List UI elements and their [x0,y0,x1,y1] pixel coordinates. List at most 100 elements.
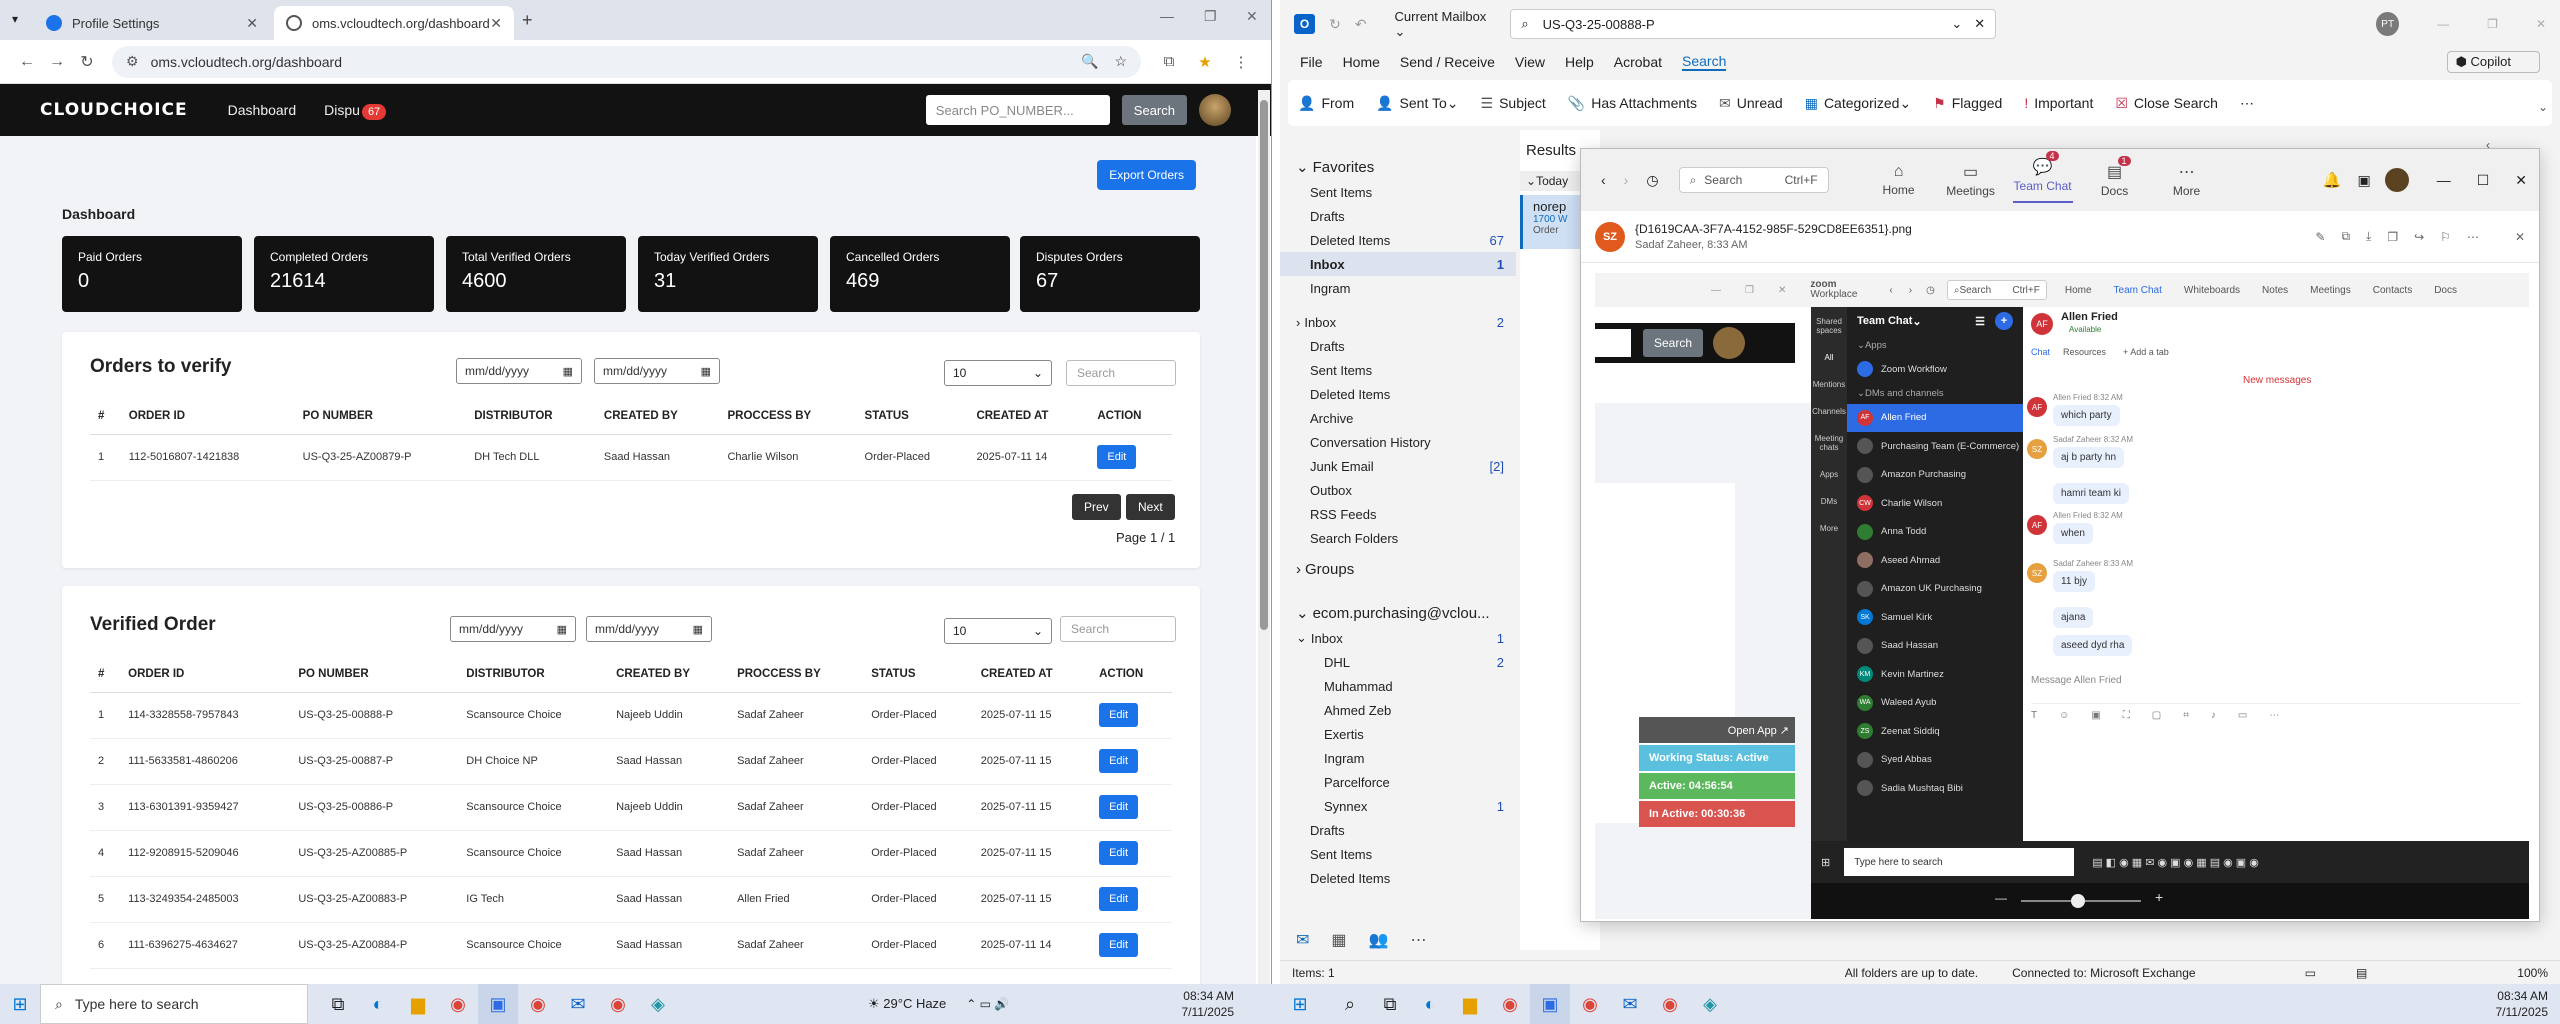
close-search-button[interactable]: ☒ Close Search [2115,95,2218,112]
date-from-input[interactable]: mm/dd/yyyy ▦ [456,358,582,384]
folder-item[interactable]: Ingram [1280,746,1516,770]
folder-item[interactable]: Parcelforce [1280,770,1516,794]
site-info-icon[interactable]: ⚙ [126,53,139,70]
po-search-button[interactable]: Search [1121,95,1187,125]
folder-item[interactable]: Deleted Items [1280,382,1516,406]
bookmark-icon[interactable]: ⚐ [2440,230,2451,244]
clock[interactable]: 08:34 AM 7/11/2025 [1182,988,1281,1020]
edit-button[interactable]: Edit [1097,445,1137,469]
folder-item[interactable]: Ahmed Zeb [1280,698,1516,722]
more-icon[interactable]: ⋯ [2467,230,2479,244]
app-logo[interactable]: CLOUDCHOICE [40,100,188,120]
filter-categorized[interactable]: ▦ Categorized ⌄ [1805,95,1911,112]
close-icon[interactable]: ✕ [246,15,258,32]
nav-disputes[interactable]: Dispu 67 [324,102,387,120]
chrome-icon[interactable]: ◉ [1650,984,1690,1024]
calendar-icon[interactable]: ▦ [701,365,711,378]
scroll-thumb[interactable] [1260,100,1268,630]
start-icon[interactable]: ⊞ [0,984,40,1024]
download-icon[interactable]: ⤓ [2366,229,2371,244]
outlook-icon[interactable]: ✉ [1610,984,1650,1024]
folder-item[interactable]: Sent Items [1280,842,1516,866]
tab-search-icon[interactable]: ▾ [12,12,18,26]
explorer-icon[interactable]: ▆ [398,984,438,1024]
groups-header[interactable]: › Groups [1280,556,1516,582]
minimize-icon[interactable]: — [1160,8,1174,24]
start-icon[interactable]: ⊞ [1280,984,1320,1024]
chevron-down-icon[interactable]: ⌄ [1951,16,1962,32]
copilot-button[interactable]: ⬢ Copilot [2446,51,2540,73]
folder-item[interactable]: Conversation History [1280,430,1516,454]
filter-sent-to[interactable]: 👤 Sent To ⌄ [1376,95,1458,112]
close-window-icon[interactable]: ✕ [2536,17,2546,31]
open-external-icon[interactable]: ⧉ [2341,229,2350,244]
reload-icon[interactable]: ↻ [72,52,102,72]
bell-icon[interactable]: 🔔 [2323,171,2342,189]
close-window-icon[interactable]: ✕ [1246,8,1258,25]
chrome-icon[interactable]: ◉ [438,984,478,1024]
more-options-icon[interactable]: ⋯ [2240,95,2254,112]
history-icon[interactable]: ◷ [1646,172,1658,189]
folder-item[interactable]: Archive [1280,406,1516,430]
folder-item[interactable]: Sent Items [1280,180,1516,204]
chrome-icon[interactable]: ◉ [1570,984,1610,1024]
edge-icon[interactable]: ◐ [1410,984,1450,1024]
forward-icon[interactable]: → [42,53,72,71]
minimize-icon[interactable]: — [2437,172,2451,188]
clear-search-icon[interactable]: ✕ [1974,16,1985,32]
outlook-icon[interactable]: ✉ [558,984,598,1024]
folder-item[interactable]: Drafts [1280,334,1516,358]
back-icon[interactable]: ‹ [1601,172,1606,188]
app-icon[interactable]: ◈ [638,984,678,1024]
teams-nav-docs[interactable]: 1 ▤ Docs [2085,156,2145,198]
page-scrollbar[interactable] [1258,90,1270,1000]
tab-profile-settings[interactable]: Profile Settings ✕ [34,6,270,40]
menu-view[interactable]: View [1515,54,1545,70]
menu-send-receive[interactable]: Send / Receive [1400,54,1495,70]
close-window-icon[interactable]: ✕ [2515,172,2527,189]
star-icon[interactable]: ☆ [1114,53,1127,70]
tab-dashboard[interactable]: oms.vcloudtech.org/dashboard ✕ [274,6,514,40]
menu-search[interactable]: Search [1682,53,1727,71]
edit-button[interactable]: Edit [1099,887,1139,911]
clock[interactable]: 08:34 AM 7/11/2025 [2496,988,2560,1020]
folder-item[interactable]: Exertis [1280,722,1516,746]
profile-icon[interactable]: ★ [1187,53,1223,71]
tray-icons[interactable]: ⌃ ▭ 🔊 [966,997,1009,1011]
folder-item[interactable]: Inbox 1 [1280,252,1516,276]
menu-acrobat[interactable]: Acrobat [1614,54,1662,70]
folder-item[interactable]: Deleted Items [1280,866,1516,890]
edit-button[interactable]: Edit [1099,933,1139,957]
folder-inbox-collapsed[interactable]: › Inbox 2 [1280,310,1516,334]
explorer-icon[interactable]: ▆ [1450,984,1490,1024]
maximize-icon[interactable]: ☐ [2477,172,2490,189]
sync-icon[interactable]: ↻ [1329,16,1341,33]
chrome-icon[interactable]: ◉ [518,984,558,1024]
calendar-icon[interactable]: ▦ [563,365,573,378]
taskbar-search[interactable]: ⌕ Type here to search [40,984,308,1024]
page-size-select[interactable]: 10 ⌄ [944,618,1052,644]
menu-file[interactable]: File [1300,54,1323,70]
folder-item[interactable]: Sent Items [1280,358,1516,382]
edge-icon[interactable]: ◐ [358,984,398,1024]
folder-item[interactable]: Synnex 1 [1280,794,1516,818]
avatar[interactable] [2384,168,2409,192]
account-header[interactable]: ⌄ ecom.purchasing@vclou... [1280,600,1516,626]
menu-help[interactable]: Help [1565,54,1594,70]
prev-page-button[interactable]: Prev [1072,494,1121,520]
weather-widget[interactable]: ☀ 29°C Haze [868,996,946,1012]
task-view-icon[interactable]: ⧉ [318,984,358,1024]
people-icon[interactable]: 👥 [1369,930,1389,950]
app-icon[interactable]: ◈ [1690,984,1730,1024]
zoom-icon[interactable]: 🔍 [1081,53,1098,70]
teams-nav-home[interactable]: ⌂ Home [1869,163,1929,197]
ribbon-expand-icon[interactable]: ⌄ [2538,100,2548,114]
new-tab-icon[interactable]: + [522,10,533,31]
url-bar[interactable]: ⚙ oms.vcloudtech.org/dashboard 🔍 ☆ [112,45,1141,78]
favorites-header[interactable]: ⌄ Favorites [1280,154,1516,180]
folder-item[interactable]: Outbox [1280,478,1516,502]
maximize-icon[interactable]: ❐ [1204,8,1217,25]
po-search-input[interactable]: Search PO_NUMBER... [925,95,1110,125]
zoom-app-icon[interactable]: ▣ [1530,984,1570,1024]
maximize-icon[interactable]: ❐ [2487,17,2498,31]
